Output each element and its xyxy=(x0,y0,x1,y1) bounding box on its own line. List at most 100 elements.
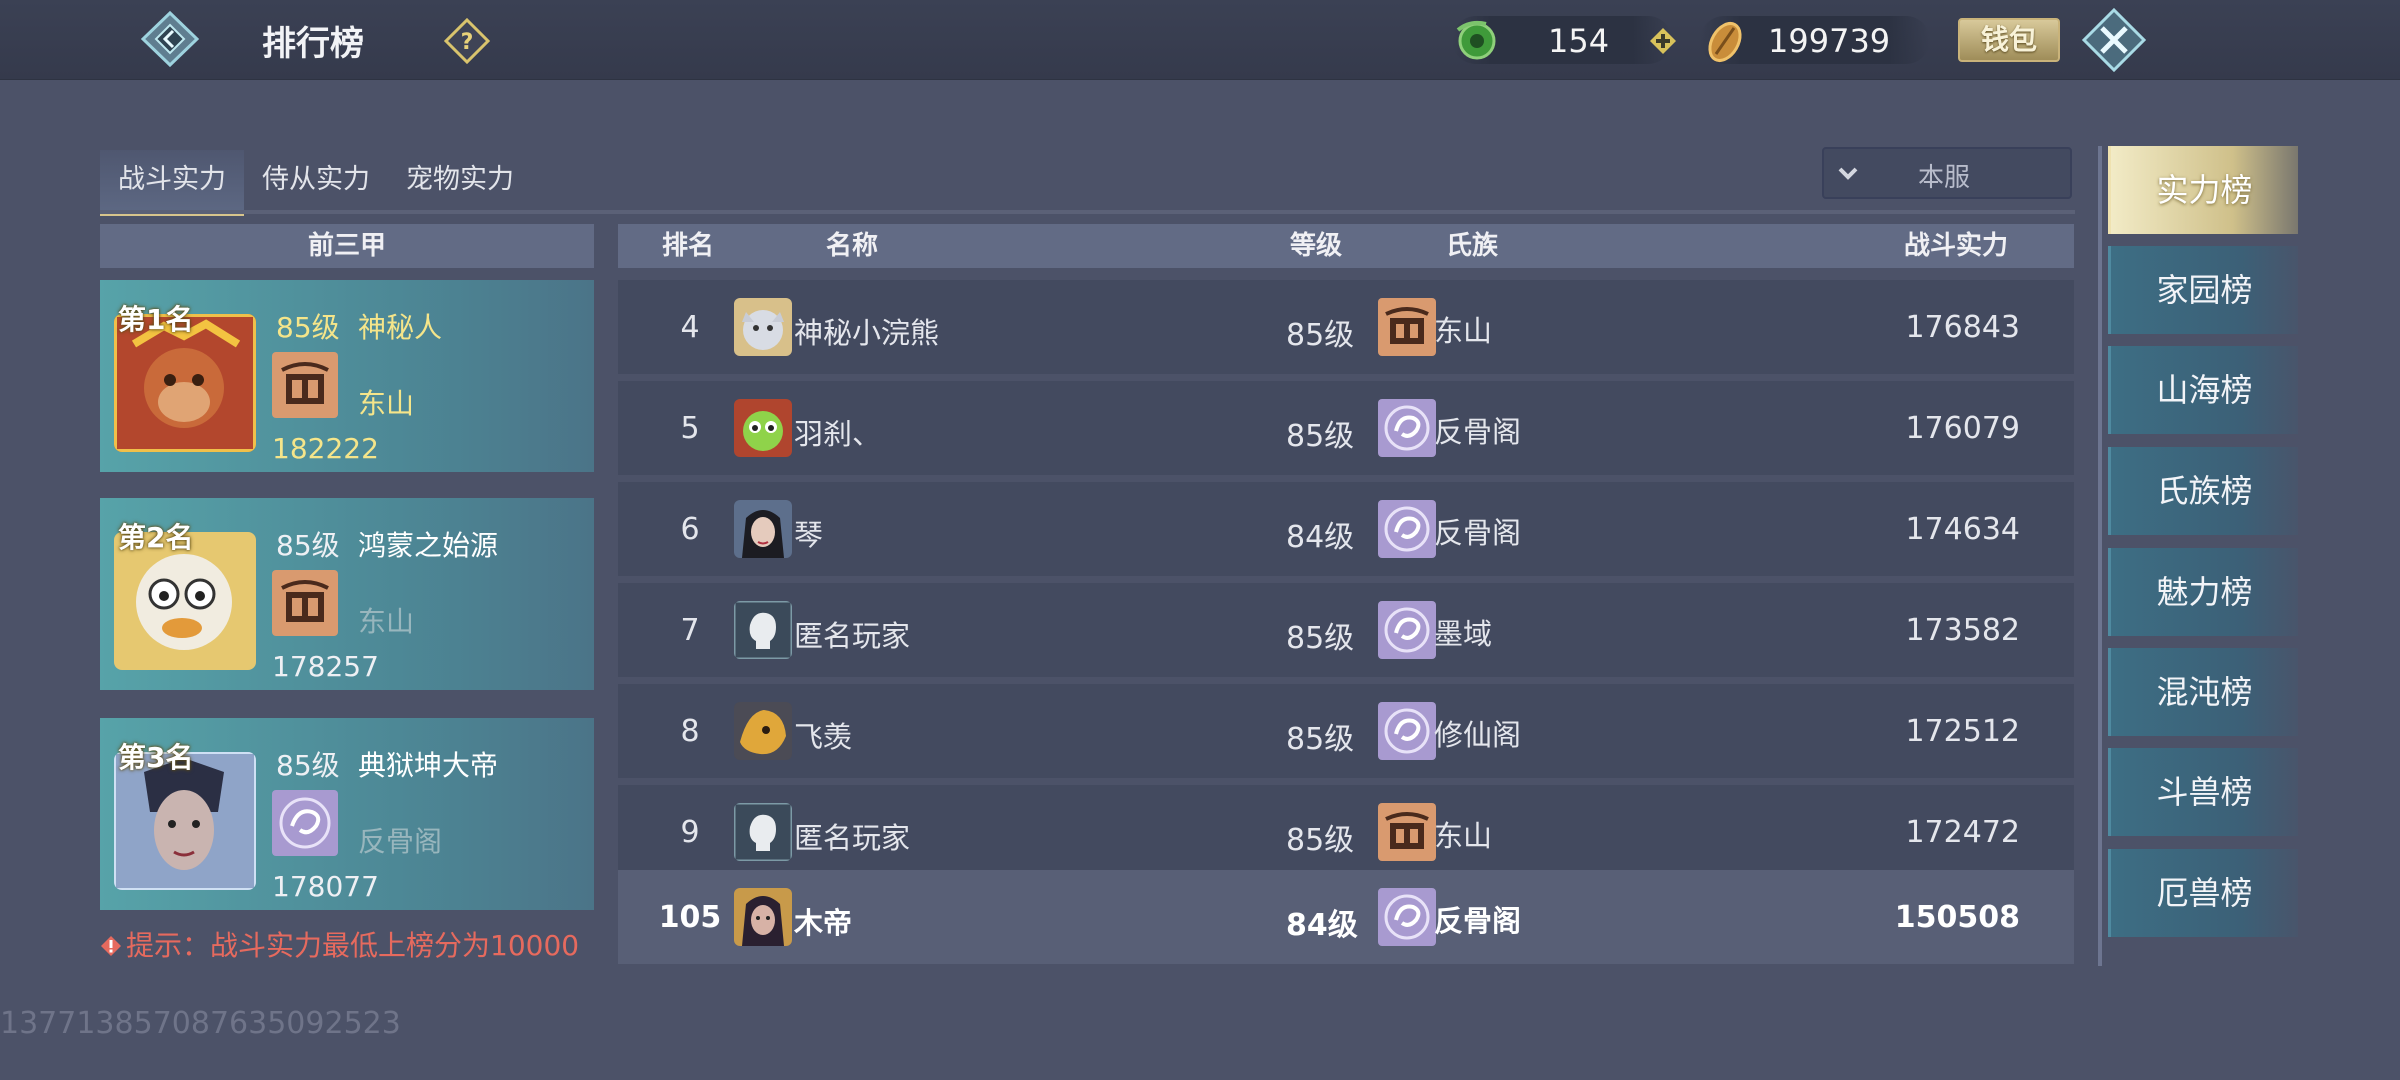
player-avatar xyxy=(734,888,792,946)
footer-id: 13771385708763509​2523 xyxy=(0,1006,401,1041)
clan-fangu-icon xyxy=(1378,888,1436,946)
row-clan: 反骨阁 xyxy=(1434,415,1522,449)
question-icon: ? xyxy=(443,17,491,65)
table-row[interactable]: 7 匿名玩家 85级 墨域 173582 xyxy=(618,583,2074,677)
card-rank: 第1名 xyxy=(118,303,194,336)
ranking-tabs: 战斗实力 侍从实力 宠物实力 xyxy=(100,150,2100,216)
card-level: 85级 xyxy=(276,749,340,782)
row-score: 176079 xyxy=(1905,411,2020,446)
side-menu-charm[interactable]: 魅力榜 xyxy=(2108,548,2298,636)
clan-dongshan-icon xyxy=(1378,298,1436,356)
side-menu-shanhai[interactable]: 山海榜 xyxy=(2108,346,2298,434)
header-name: 名称 xyxy=(826,231,879,261)
clan-dongshan-icon xyxy=(272,570,338,636)
chevron-down-icon xyxy=(1838,167,1858,180)
ranking-table-header: 排名 名称 等级 氏族 战斗实力 xyxy=(618,224,2074,268)
add-jade-button[interactable] xyxy=(1648,26,1678,56)
row-clan: 反骨阁 xyxy=(1434,516,1522,550)
my-ranking-row[interactable]: 105 木帝 84级 反骨阁 150508 xyxy=(618,870,2074,964)
row-player-name: 羽刹、 xyxy=(794,417,882,451)
clan-fangu-icon xyxy=(1378,399,1436,457)
clan-dongshan-icon xyxy=(272,352,338,418)
anonymous-avatar-icon xyxy=(734,601,792,659)
row-clan: 东山 xyxy=(1434,819,1493,853)
row-clan: 修仙阁 xyxy=(1434,718,1522,752)
close-icon xyxy=(2081,7,2147,73)
tab-combat-power[interactable]: 战斗实力 xyxy=(100,150,244,216)
card-player-name: 鸿蒙之始源 xyxy=(358,529,499,562)
table-row[interactable]: 6 琴 84级 反骨阁 174634 xyxy=(618,482,2074,576)
row-score: 150508 xyxy=(1894,900,2020,935)
card-score: 182222 xyxy=(272,432,379,465)
card-rank: 第2名 xyxy=(118,521,194,554)
warning-icon xyxy=(101,936,121,956)
side-menu-clan[interactable]: 氏族榜 xyxy=(2108,447,2298,535)
row-level: 85级 xyxy=(1286,823,1355,858)
server-dropdown[interactable]: 本服 xyxy=(1822,147,2072,199)
back-button[interactable] xyxy=(130,6,210,72)
table-row[interactable]: 8 飞羡 85级 修仙阁 172512 xyxy=(618,684,2074,778)
row-score: 172472 xyxy=(1905,815,2020,850)
clan-xiuxian-icon xyxy=(1378,702,1436,760)
jade-icon xyxy=(1456,20,1496,60)
row-player-name: 飞羡 xyxy=(794,720,853,754)
row-player-name: 神秘小浣熊 xyxy=(794,316,940,350)
card-level: 85级 xyxy=(276,311,340,344)
side-menu-strength[interactable]: 实力榜 xyxy=(2108,146,2298,234)
row-player-name: 匿名玩家 xyxy=(794,619,911,653)
card-clan: 东山 xyxy=(358,605,415,638)
card-clan: 反骨阁 xyxy=(358,825,443,858)
header-clan: 氏族 xyxy=(1446,231,1499,261)
row-level: 85级 xyxy=(1286,318,1355,353)
min-score-tip: 提示：战斗实力最低上榜分为10000 xyxy=(100,924,579,964)
row-score: 176843 xyxy=(1905,310,2020,345)
card-player-name: 神秘人 xyxy=(358,311,443,344)
jade-amount: 154 xyxy=(1548,22,1610,60)
plus-icon xyxy=(1650,28,1676,54)
side-menu-doom-beast[interactable]: 厄兽榜 xyxy=(2108,849,2298,937)
help-button[interactable]: ? xyxy=(443,17,491,65)
top3-header: 前三甲 xyxy=(100,224,594,268)
svg-text:?: ? xyxy=(461,30,474,55)
row-score: 174634 xyxy=(1905,512,2020,547)
header-score: 战斗实力 xyxy=(1904,231,2009,261)
side-menu-beast-fight[interactable]: 斗兽榜 xyxy=(2108,748,2298,836)
top3-card-3[interactable]: 第3名 85级 典狱坤大帝 反骨阁 178077 xyxy=(100,718,594,910)
jade-currency: 154 xyxy=(1452,16,1676,64)
row-clan: 东山 xyxy=(1434,314,1493,348)
row-level: 84级 xyxy=(1286,908,1358,943)
tab-divider xyxy=(100,210,2075,214)
player-avatar xyxy=(734,399,792,457)
tab-follower-power[interactable]: 侍从实力 xyxy=(244,150,388,216)
close-button[interactable] xyxy=(2078,4,2150,76)
table-row[interactable]: 5 羽刹、 85级 反骨阁 176079 xyxy=(618,381,2074,475)
top3-card-1[interactable]: 第1名 85级 神秘人 东山 182222 xyxy=(100,280,594,472)
row-player-name: 琴 xyxy=(794,518,824,552)
side-menu-home[interactable]: 家园榜 xyxy=(2108,246,2298,334)
leaderboard-screen: 排行榜 ? 154 199739 钱包 战斗实力 侍从实力 宠物实力 本服 前三… xyxy=(0,0,2400,1080)
header-rank: 排名 xyxy=(662,231,715,261)
card-clan: 东山 xyxy=(358,387,415,420)
card-level: 85级 xyxy=(276,529,340,562)
card-score: 178257 xyxy=(272,650,379,683)
back-arrow-icon xyxy=(140,10,200,68)
top-bar: 排行榜 ? 154 199739 钱包 xyxy=(0,0,2400,80)
row-score: 173582 xyxy=(1905,613,2020,648)
server-dropdown-value: 本服 xyxy=(1918,163,1971,193)
table-row[interactable]: 4 神秘小浣熊 85级 东山 176843 xyxy=(618,280,2074,374)
side-menu-chaos[interactable]: 混沌榜 xyxy=(2108,648,2298,736)
row-level: 84级 xyxy=(1286,520,1355,555)
tab-pet-power[interactable]: 宠物实力 xyxy=(388,150,532,216)
row-player-name: 木帝 xyxy=(794,906,853,940)
tip-text: 提示：战斗实力最低上榜分为10000 xyxy=(126,929,580,962)
table-row[interactable]: 9 匿名玩家 85级 东山 172472 xyxy=(618,785,2074,879)
player-avatar xyxy=(734,702,792,760)
side-menu-divider xyxy=(2098,146,2102,966)
coin-icon xyxy=(1708,22,1742,62)
row-player-name: 匿名玩家 xyxy=(794,821,911,855)
top3-card-2[interactable]: 第2名 85级 鸿蒙之始源 东山 178257 xyxy=(100,498,594,690)
clan-fangu-icon xyxy=(1378,500,1436,558)
row-level: 85级 xyxy=(1286,621,1355,656)
row-level: 85级 xyxy=(1286,419,1355,454)
wallet-button[interactable]: 钱包 xyxy=(1958,18,2060,62)
